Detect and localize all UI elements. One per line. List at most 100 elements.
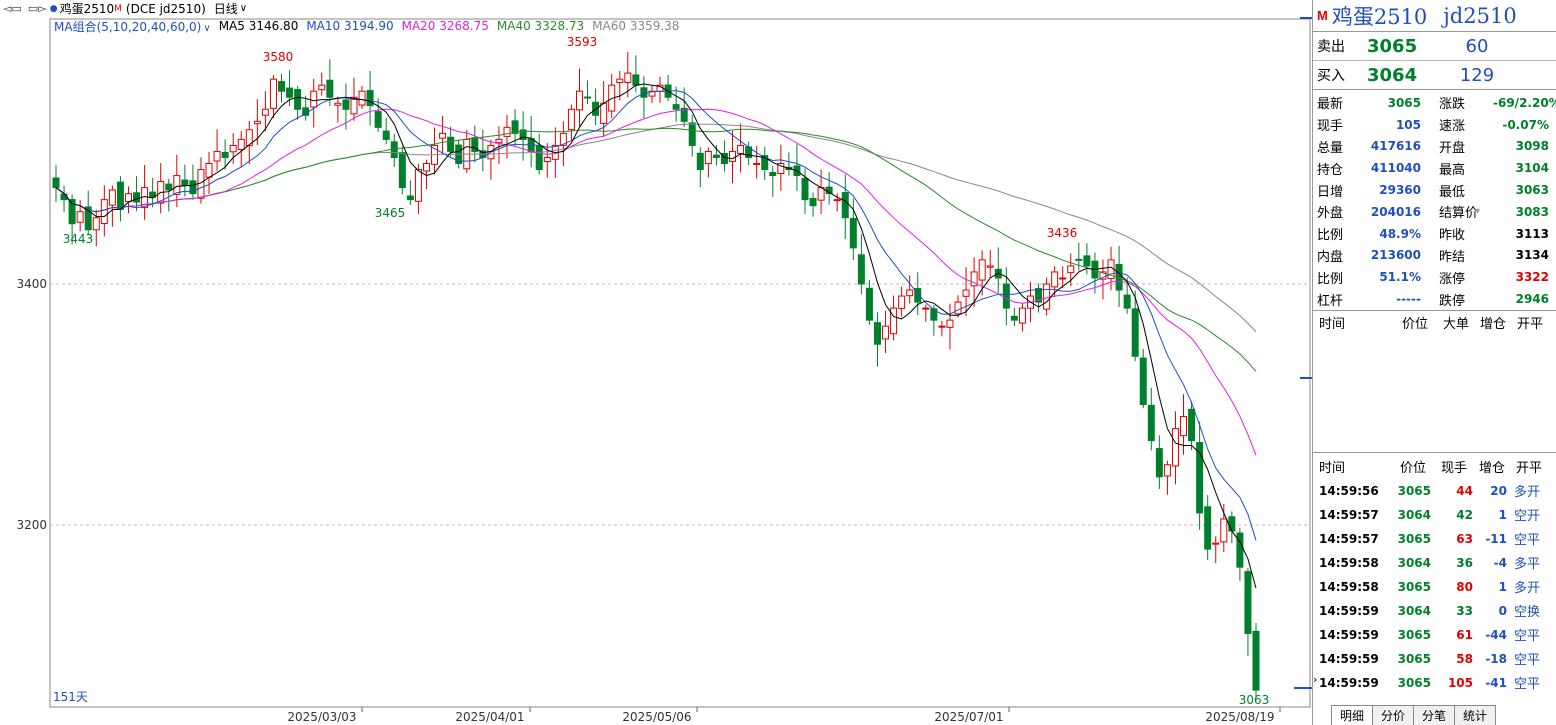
candle-body bbox=[1147, 404, 1155, 442]
title-badge: M bbox=[114, 3, 122, 14]
ma40-line bbox=[55, 127, 1257, 372]
trade-kind: 空平 bbox=[1513, 653, 1540, 669]
trade-price: 3065 bbox=[1397, 531, 1431, 546]
candle-body bbox=[1018, 307, 1026, 324]
candle-body bbox=[229, 144, 237, 153]
trade-price: 3064 bbox=[1397, 555, 1431, 570]
trade-hand: 36 bbox=[1456, 555, 1473, 570]
column-header: 现手 bbox=[1440, 461, 1467, 477]
candle-body bbox=[616, 78, 624, 84]
candle-body bbox=[535, 145, 543, 171]
candle-body bbox=[278, 81, 286, 92]
trade-oi-change: -44 bbox=[1485, 627, 1507, 642]
candle-body bbox=[1059, 277, 1067, 280]
candle-body bbox=[1002, 283, 1010, 309]
stat-label: 昨结 bbox=[1439, 249, 1466, 265]
candle-body bbox=[1244, 571, 1252, 634]
candle-body bbox=[1043, 283, 1051, 310]
stat-label: 外盘 bbox=[1317, 206, 1344, 222]
trade-oi-change: -41 bbox=[1485, 675, 1507, 690]
trade-row: 14:59:57 3064 42 1 空开 bbox=[1313, 503, 1556, 527]
stat-label: 日增 bbox=[1317, 184, 1344, 200]
candle-body bbox=[817, 187, 825, 201]
candle-body bbox=[1075, 258, 1083, 261]
x-tick-label: 2025/08/19 bbox=[1205, 710, 1274, 724]
title-badge: M bbox=[1317, 8, 1328, 23]
candle-body bbox=[737, 144, 745, 154]
tab-price[interactable]: 分价 bbox=[1372, 705, 1415, 725]
candle-body bbox=[696, 152, 704, 171]
candle-body bbox=[1180, 416, 1188, 437]
trade-oi-change: -11 bbox=[1485, 531, 1507, 546]
kline-chart[interactable]: 3400 3200 2025/03/03 2025/04/01 2025/05/06 20… bbox=[0, 0, 1312, 725]
stat-value: 204016 bbox=[1370, 204, 1421, 219]
candle-body bbox=[841, 192, 849, 219]
candle-body bbox=[1010, 315, 1018, 321]
trade-time: 14:59:59 bbox=[1319, 675, 1379, 690]
candle-body bbox=[640, 87, 648, 98]
trade-oi-change: 1 bbox=[1498, 579, 1507, 594]
next-arrow-icon[interactable]: ▭▻ bbox=[28, 2, 47, 15]
column-header: 价位 bbox=[1401, 317, 1428, 333]
trade-price: 3065 bbox=[1397, 675, 1431, 690]
dot-icon: ● bbox=[49, 3, 58, 14]
stat-value: 213600 bbox=[1370, 248, 1421, 263]
trade-price: 3064 bbox=[1397, 507, 1431, 522]
candle-body bbox=[672, 104, 680, 110]
candle-body bbox=[414, 169, 422, 202]
candle-body bbox=[857, 254, 865, 285]
trade-hand: 42 bbox=[1456, 507, 1473, 522]
trade-kind: 空平 bbox=[1513, 677, 1540, 693]
ma-combo-label: MA组合(5,10,20,40,60,0) bbox=[54, 19, 202, 34]
trade-row: 14:59:58 3065 80 1 多开 bbox=[1313, 575, 1556, 599]
high-label: 3593 bbox=[567, 35, 598, 49]
stat-value: 3063 bbox=[1515, 183, 1549, 198]
buy-volume: 129 bbox=[1459, 64, 1495, 86]
collapse-arrow-icon[interactable]: › bbox=[1313, 673, 1317, 686]
candle-body bbox=[704, 150, 712, 165]
candle-body bbox=[124, 193, 132, 203]
ma20-line bbox=[55, 108, 1257, 456]
stat-label: 最低 bbox=[1439, 184, 1466, 200]
candle-body bbox=[632, 74, 640, 86]
period-select[interactable]: 日线 bbox=[214, 0, 238, 17]
candle-body bbox=[833, 199, 841, 202]
stat-value: 417616 bbox=[1370, 139, 1421, 154]
tab-stats[interactable]: 统计 bbox=[1454, 705, 1497, 725]
stat-value: 3322 bbox=[1515, 270, 1549, 285]
trade-hand: 61 bbox=[1456, 627, 1473, 642]
ma-combo-select[interactable]: MA组合(5,10,20,40,60,0) ∨ bbox=[54, 18, 211, 35]
candle-body bbox=[221, 151, 229, 158]
dropdown-arrow-icon[interactable]: ▾ bbox=[1475, 206, 1493, 217]
stat-row: 比例 48.9% 昨收 3113 bbox=[1313, 223, 1556, 245]
stat-row: 最新 3065 涨跌 -69/2.20% bbox=[1313, 92, 1556, 114]
trade-oi-change: 20 bbox=[1490, 483, 1507, 498]
candle-body bbox=[1163, 464, 1171, 477]
prev-arrow-icon[interactable]: ◅▭ bbox=[3, 2, 22, 15]
trade-kind: 空换 bbox=[1513, 605, 1540, 621]
candle-body bbox=[173, 175, 181, 195]
candle-body bbox=[962, 289, 970, 297]
candle-body bbox=[100, 199, 108, 224]
candle-body bbox=[922, 307, 930, 310]
candle-body bbox=[575, 90, 583, 111]
trade-kind: 多开 bbox=[1513, 581, 1540, 597]
tab-ticks[interactable]: 分笔 bbox=[1413, 705, 1456, 725]
tab-detail[interactable]: 明细 bbox=[1331, 705, 1374, 725]
low-label: 3465 bbox=[375, 206, 406, 220]
candle-body bbox=[1067, 265, 1075, 274]
kline-chart-area[interactable]: 3400 3200 2025/03/03 2025/04/01 2025/05/06 20… bbox=[0, 0, 1312, 725]
candle-body bbox=[261, 108, 269, 116]
stat-value: 3104 bbox=[1515, 161, 1549, 176]
candle-body bbox=[52, 177, 60, 189]
trade-price: 3065 bbox=[1397, 651, 1431, 666]
stat-row: 内盘 213600 昨结 3134 bbox=[1313, 245, 1556, 267]
stat-value: 48.9% bbox=[1379, 226, 1421, 241]
x-tick-label: 2025/05/06 bbox=[622, 710, 691, 724]
chevron-down-icon[interactable]: ∨ bbox=[240, 3, 247, 14]
stat-value: 29360 bbox=[1379, 183, 1421, 198]
candle-body bbox=[439, 132, 447, 139]
chevron-down-icon[interactable]: ∨ bbox=[203, 23, 210, 34]
trade-row: 14:59:56 3065 44 20 多开 bbox=[1313, 479, 1556, 503]
stat-row: 比例 51.1% 涨停 3322 bbox=[1313, 266, 1556, 288]
